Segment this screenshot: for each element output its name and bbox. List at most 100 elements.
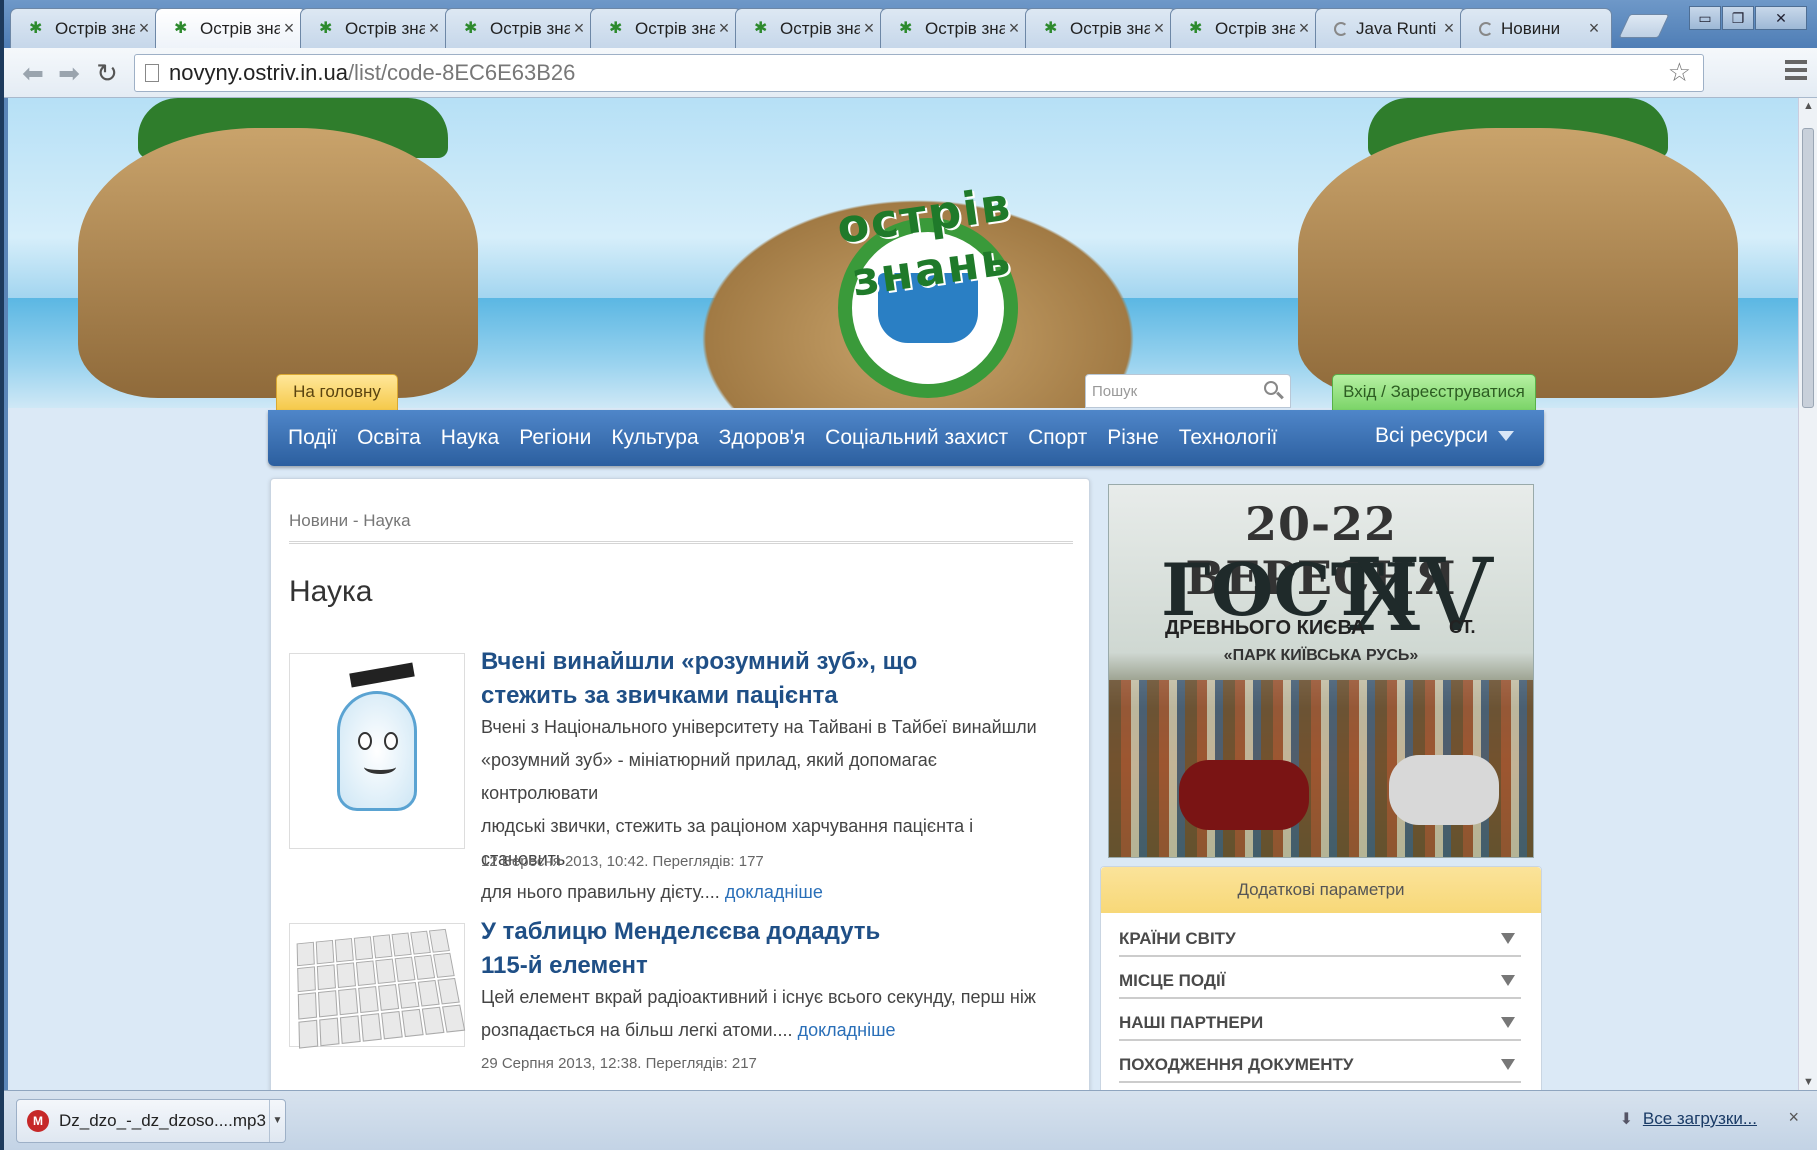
- close-icon[interactable]: ×: [1585, 18, 1603, 39]
- nav-item-misc[interactable]: Різне: [1107, 426, 1159, 450]
- header-banner: острів знань: [8, 98, 1798, 408]
- close-icon[interactable]: ×: [1150, 18, 1168, 39]
- tab-title: Острів зна: [780, 18, 860, 38]
- search-input[interactable]: Пошук: [1085, 374, 1291, 408]
- window-close-icon[interactable]: ✕: [1755, 6, 1807, 30]
- home-link[interactable]: На головну: [276, 374, 398, 410]
- bookmark-star-icon[interactable]: ☆: [1668, 57, 1691, 88]
- close-icon[interactable]: ×: [1788, 1107, 1799, 1128]
- all-resources-dropdown[interactable]: Всі ресурси: [1375, 424, 1514, 448]
- article-excerpt: Цей елемент вкрай радіоактивний і існує …: [481, 987, 1036, 1040]
- palm-tree-icon: ✱: [319, 19, 333, 37]
- list-item: У таблицю Менделєєва додадуть 115-й елем…: [289, 918, 1079, 1090]
- read-more-link[interactable]: докладніше: [798, 1020, 896, 1040]
- loading-icon: [1479, 21, 1493, 36]
- minimize-icon[interactable]: ▭: [1689, 6, 1721, 30]
- palm-tree-icon: ✱: [29, 19, 43, 37]
- chevron-down-icon: [1501, 933, 1515, 944]
- close-icon[interactable]: ×: [425, 18, 443, 39]
- back-arrow-icon[interactable]: ⬅: [18, 58, 48, 88]
- scroll-up-icon[interactable]: ▲: [1803, 100, 1814, 112]
- browser-window: ✱ Острів зна × ✱ Острів зна × ✱ Острів з…: [4, 0, 1817, 1150]
- divider: [289, 541, 1073, 544]
- tab-title: Новини: [1501, 18, 1561, 38]
- filter-partners[interactable]: НАШІ ПАРТНЕРИ: [1119, 1013, 1521, 1041]
- chevron-down-icon[interactable]: ▼: [269, 1100, 285, 1142]
- reload-icon[interactable]: ↻: [92, 58, 122, 88]
- tab-title: Java Runti: [1356, 18, 1437, 38]
- palm-tree-icon: ✱: [899, 19, 913, 37]
- login-register-button[interactable]: Вхід / Зареєструватися: [1332, 374, 1536, 410]
- periodic-table-illustration: [296, 928, 466, 1049]
- browser-tab[interactable]: ✱ Острів зна ×: [1170, 8, 1322, 48]
- nav-item-events[interactable]: Події: [288, 426, 337, 450]
- rock-left-illustration: [78, 128, 478, 398]
- close-icon[interactable]: ×: [715, 18, 733, 39]
- browser-tab[interactable]: ✱ Острів зна ×: [300, 8, 452, 48]
- browser-tab[interactable]: ✱ Острів зна ×: [735, 8, 887, 48]
- breadcrumb[interactable]: Новини - Наука: [289, 511, 411, 531]
- nav-item-sport[interactable]: Спорт: [1028, 426, 1087, 450]
- close-icon[interactable]: ×: [860, 18, 878, 39]
- article-thumbnail[interactable]: [289, 653, 465, 849]
- nav-item-technology[interactable]: Технології: [1179, 426, 1278, 450]
- new-tab-button[interactable]: [1618, 14, 1670, 38]
- browser-tab[interactable]: ✱ Острів зна ×: [880, 8, 1032, 48]
- tab-title: Острів зна: [490, 18, 570, 38]
- nav-item-regions[interactable]: Регіони: [519, 426, 591, 450]
- close-icon[interactable]: ×: [280, 18, 298, 39]
- all-downloads-link[interactable]: Все загрузки...: [1643, 1109, 1757, 1129]
- filter-event-place[interactable]: МІСЦЕ ПОДІЇ: [1119, 971, 1521, 999]
- event-banner[interactable]: 20-22 ВЕРЕСНЯ ГОСТІ XV СТ. ДРЕВНЬОГО КИЄ…: [1108, 484, 1534, 858]
- palm-tree-icon: ✱: [1189, 19, 1203, 37]
- nav-item-culture[interactable]: Культура: [611, 426, 698, 450]
- browser-tab[interactable]: Java Runti ×: [1315, 8, 1467, 48]
- article-title[interactable]: Вчені винайшли «розумний зуб», що стежит…: [481, 645, 917, 713]
- tab-title: Острів зна: [925, 18, 1005, 38]
- tab-title: Острів зна: [635, 18, 715, 38]
- close-icon[interactable]: ×: [135, 18, 153, 39]
- search-icon[interactable]: [1264, 381, 1284, 401]
- article-thumbnail[interactable]: [289, 923, 466, 1049]
- filter-document-origin[interactable]: ПОХОДЖЕННЯ ДОКУМЕНТУ: [1119, 1055, 1521, 1083]
- filter-countries[interactable]: КРАЇНИ СВІТУ: [1119, 929, 1521, 957]
- download-item[interactable]: M Dz_dzo_-_dz_dzoso....mp3 ▼: [16, 1099, 286, 1143]
- restore-icon[interactable]: ❐: [1722, 6, 1754, 30]
- download-shelf: M Dz_dzo_-_dz_dzoso....mp3 ▼ ⬇ Все загру…: [4, 1090, 1817, 1150]
- browser-tab[interactable]: ✱ Острів зна ×: [445, 8, 597, 48]
- nav-item-education[interactable]: Освіта: [357, 426, 421, 450]
- tooth-illustration: [337, 662, 417, 811]
- palm-tree-icon: ✱: [1044, 19, 1058, 37]
- browser-tab[interactable]: ✱ Острів зна ×: [1025, 8, 1177, 48]
- close-icon[interactable]: ×: [570, 18, 588, 39]
- address-bar[interactable]: novyny.ostriv.in.ua/list/code-8EC6E63B26…: [134, 54, 1704, 92]
- knight-horse-illustration: [1389, 755, 1499, 825]
- article-title[interactable]: У таблицю Менделєєва додадуть 115-й елем…: [481, 915, 880, 983]
- forward-arrow-icon[interactable]: ➡: [54, 58, 84, 88]
- article-excerpt: Вчені з Національного університету на Та…: [481, 717, 1037, 902]
- scrollbar-thumb[interactable]: [1802, 128, 1814, 408]
- close-icon[interactable]: ×: [1440, 18, 1458, 39]
- nav-item-social[interactable]: Соціальний захист: [825, 426, 1008, 450]
- banner-kyiv: ДРЕВНЬОГО КИЄВА: [1165, 617, 1366, 639]
- palm-tree-icon: ✱: [609, 19, 623, 37]
- palm-tree-icon: ✱: [174, 19, 188, 37]
- browser-tab[interactable]: Новини ×: [1460, 8, 1612, 48]
- browser-tab-active[interactable]: ✱ Острів зна ×: [155, 8, 307, 48]
- menu-icon[interactable]: [1785, 60, 1807, 84]
- read-more-link[interactable]: докладніше: [725, 882, 823, 902]
- close-icon[interactable]: ×: [1005, 18, 1023, 39]
- tab-strip: ✱ Острів зна × ✱ Острів зна × ✱ Острів з…: [4, 0, 1817, 48]
- nav-item-science[interactable]: Наука: [441, 426, 499, 450]
- knight-horse-illustration: [1179, 760, 1309, 830]
- url-host: novyny.ostriv.in.ua: [169, 60, 348, 85]
- browser-tab[interactable]: ✱ Острів зна ×: [590, 8, 742, 48]
- vertical-scrollbar[interactable]: ▲ ▼: [1798, 98, 1817, 1090]
- chevron-down-icon: [1501, 975, 1515, 986]
- nav-item-health[interactable]: Здоров'я: [719, 426, 806, 450]
- banner-park: «ПАРК КИЇВСЬКА РУСЬ»: [1223, 647, 1419, 664]
- close-icon[interactable]: ×: [1295, 18, 1313, 39]
- chevron-down-icon: [1501, 1017, 1515, 1028]
- browser-tab[interactable]: ✱ Острів зна ×: [10, 8, 162, 48]
- scroll-down-icon[interactable]: ▼: [1803, 1076, 1814, 1088]
